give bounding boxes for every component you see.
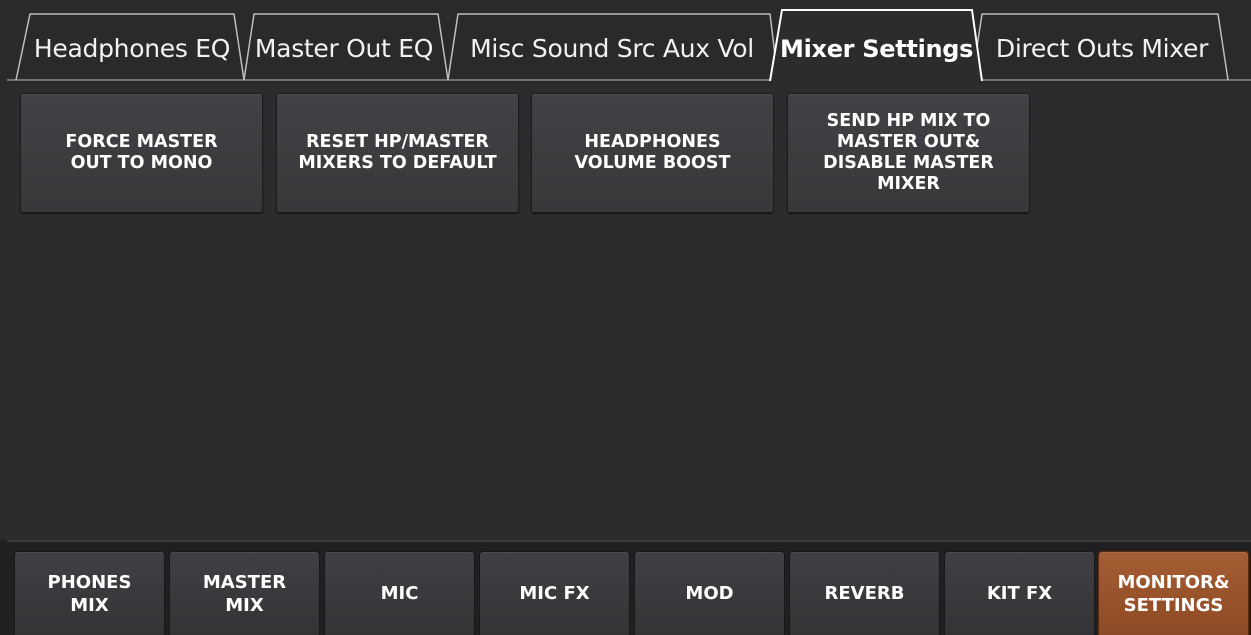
reset-mixers-button[interactable]: RESET HP/MASTER MIXERS TO DEFAULT bbox=[276, 93, 519, 213]
nav-master-mix-label: MASTER MIX bbox=[202, 571, 287, 616]
send-hp-mix-button[interactable]: SEND HP MIX TO MASTER OUT& DISABLE MASTE… bbox=[787, 93, 1030, 213]
nav-reverb[interactable]: REVERB bbox=[789, 551, 940, 635]
nav-mic[interactable]: MIC bbox=[324, 551, 475, 635]
settings-panel: FORCE MASTER OUT TO MONO RESET HP/MASTER… bbox=[7, 84, 1251, 540]
nav-phones-mix[interactable]: PHONES MIX bbox=[14, 551, 165, 635]
tab-bar: Headphones EQ Master Out EQ Misc Sound S… bbox=[0, 0, 1251, 84]
tab-direct-outs-mixer[interactable]: Direct Outs Mixer bbox=[980, 28, 1224, 70]
headphones-volume-boost-label: HEADPHONES VOLUME BOOST bbox=[574, 132, 731, 173]
nav-master-mix[interactable]: MASTER MIX bbox=[169, 551, 320, 635]
nav-mod-label: MOD bbox=[685, 583, 734, 604]
nav-divider bbox=[7, 540, 1251, 542]
nav-monitor-settings-label: MONITOR& SETTINGS bbox=[1117, 571, 1230, 616]
tab-misc-sound-src-aux-vol[interactable]: Misc Sound Src Aux Vol bbox=[452, 28, 772, 70]
send-hp-mix-label: SEND HP MIX TO MASTER OUT& DISABLE MASTE… bbox=[823, 111, 994, 194]
nav-reverb-label: REVERB bbox=[824, 583, 905, 604]
reset-mixers-label: RESET HP/MASTER MIXERS TO DEFAULT bbox=[298, 132, 497, 173]
nav-phones-mix-label: PHONES MIX bbox=[47, 571, 132, 616]
mixer-settings-screen: Headphones EQ Master Out EQ Misc Sound S… bbox=[0, 0, 1251, 635]
nav-mic-label: MIC bbox=[380, 583, 419, 604]
tab-master-out-eq[interactable]: Master Out EQ bbox=[246, 28, 442, 70]
nav-kit-fx[interactable]: KIT FX bbox=[944, 551, 1095, 635]
bottom-nav: PHONES MIX MASTER MIX MIC MIC FX MOD REV… bbox=[0, 540, 1251, 635]
nav-mod[interactable]: MOD bbox=[634, 551, 785, 635]
tab-headphones-eq[interactable]: Headphones EQ bbox=[30, 28, 234, 70]
nav-kit-fx-label: KIT FX bbox=[986, 583, 1053, 604]
force-master-mono-button[interactable]: FORCE MASTER OUT TO MONO bbox=[20, 93, 263, 213]
tab-mixer-settings[interactable]: Mixer Settings bbox=[780, 28, 973, 70]
headphones-volume-boost-button[interactable]: HEADPHONES VOLUME BOOST bbox=[531, 93, 774, 213]
nav-mic-fx[interactable]: MIC FX bbox=[479, 551, 630, 635]
force-master-mono-label: FORCE MASTER OUT TO MONO bbox=[65, 132, 218, 173]
nav-mic-fx-label: MIC FX bbox=[519, 583, 590, 604]
nav-monitor-settings[interactable]: MONITOR& SETTINGS bbox=[1098, 551, 1249, 635]
